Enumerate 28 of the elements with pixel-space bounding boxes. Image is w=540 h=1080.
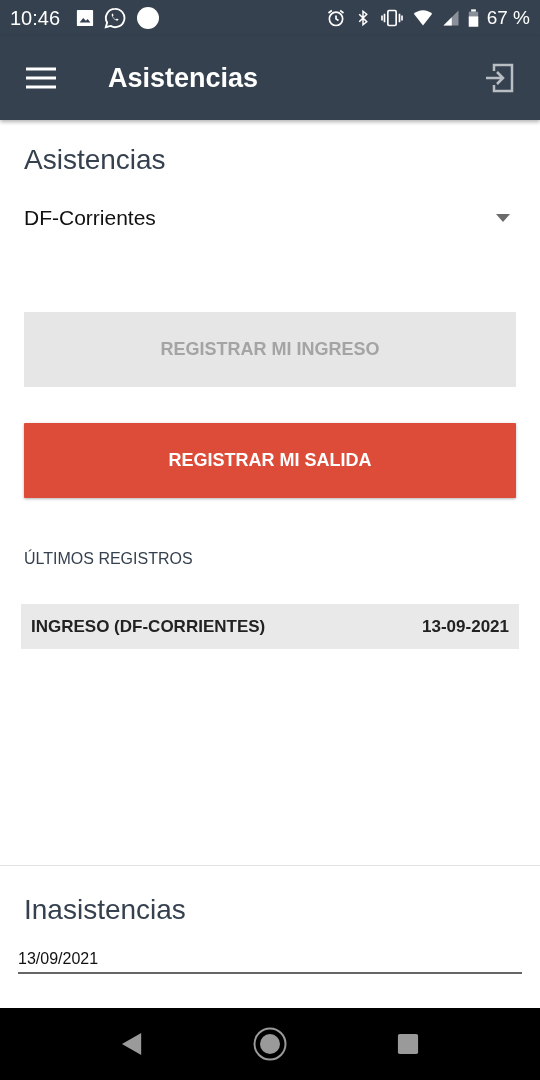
exit-icon (484, 63, 514, 93)
register-button: REGISTRAR MI INGRESO (24, 312, 516, 387)
battery-level: 67 % (486, 7, 530, 29)
signal-icon (441, 8, 460, 28)
exit-button[interactable] (484, 63, 514, 93)
app-title: Asistencias (108, 62, 259, 94)
alarm-icon (325, 8, 346, 28)
section-heading: Inasistencias (23, 894, 187, 926)
vibrate-icon (379, 8, 404, 28)
dropdown-caret-icon (496, 214, 510, 222)
battery-icon (467, 8, 479, 28)
wifi-icon (411, 8, 434, 28)
register-button[interactable]: REGISTRAR MI SALIDA (24, 423, 516, 498)
date-field[interactable]: 13/09/2021 (18, 950, 522, 974)
recents-icon (397, 1033, 419, 1055)
records-heading: ÚLTIMOS REGISTROS (24, 550, 194, 568)
record-date: 13-09-2021 (422, 616, 509, 637)
location-select[interactable]: DF-Corrientes (24, 206, 516, 230)
home-icon (253, 1027, 287, 1061)
record-type: INGRESO (DF-CORRIENTES) (31, 616, 266, 637)
image-icon (76, 9, 95, 27)
section-heading: Asistencias (24, 144, 167, 176)
circle-icon (136, 6, 161, 30)
status-time: 10:46 (10, 6, 61, 30)
menu-button[interactable] (26, 67, 56, 89)
back-icon (121, 1032, 143, 1056)
chat-icon (104, 7, 127, 29)
menu-icon (26, 67, 56, 89)
